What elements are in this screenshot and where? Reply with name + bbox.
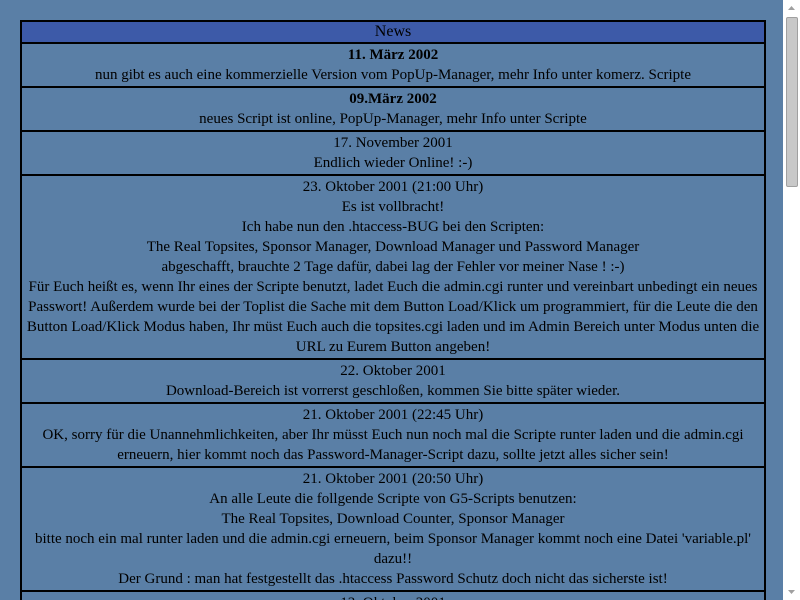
news-entry-row: 09.März 2002 neues Script ist online, Pop…	[20, 86, 766, 132]
news-text-line: Endlich wieder Online! :-)	[313, 155, 473, 171]
news-date: 17. November 2001	[333, 135, 453, 151]
news-entry: 11. März 2002 nun gibt es auch eine komme…	[20, 42, 766, 88]
news-text-line: Für Euch heißt es, wenn Ihr eines der Sc…	[26, 279, 760, 355]
news-header: News	[20, 20, 766, 44]
news-entry: 23. Oktober 2001 (21:00 Uhr) Es ist vollb…	[20, 174, 766, 360]
news-text-line: Download-Bereich ist vorrerst geschloßen…	[165, 383, 621, 399]
news-entry: 17. November 2001 Endlich wieder Online! …	[20, 130, 766, 176]
arrow-up-icon	[783, 0, 800, 17]
news-entry: 09.März 2002 neues Script ist online, Pop…	[20, 86, 766, 132]
news-date: 11. März 2002	[347, 47, 439, 63]
news-text-line: An alle Leute die follgende Scripte von …	[209, 491, 577, 507]
scrollbar-thumb[interactable]	[786, 17, 798, 187]
news-date: 22. Oktober 2001	[340, 363, 446, 379]
news-entry: 13. Oktober 2001	[20, 590, 766, 600]
news-entry: 21. Oktober 2001 (22:45 Uhr) OK, sorry fü…	[20, 402, 766, 468]
page-viewport: News 11. März 2002 nun gibt es auch eine …	[0, 0, 783, 600]
news-table: News 11. März 2002 nun gibt es auch eine …	[20, 20, 766, 600]
news-entry-row: 13. Oktober 2001	[20, 590, 766, 600]
news-entry: 21. Oktober 2001 (20:50 Uhr) An alle Leut…	[20, 466, 766, 592]
scroll-down-button[interactable]	[783, 583, 800, 600]
vertical-scrollbar[interactable]	[783, 0, 800, 600]
news-text-line: nun gibt es auch eine kommerzielle Versi…	[94, 67, 692, 83]
news-text-line: The Real Topsites, Sponsor Manager, Down…	[146, 239, 640, 255]
news-entry-row: 23. Oktober 2001 (21:00 Uhr) Es ist vollb…	[20, 174, 766, 360]
news-entry-row: 22. Oktober 2001 Download-Bereich ist vor…	[20, 358, 766, 404]
news-text-line: The Real Topsites, Download Counter, Spo…	[221, 511, 565, 527]
news-text-line: neues Script ist online, PopUp-Manager, …	[199, 111, 587, 127]
news-date: 21. Oktober 2001 (20:50 Uhr)	[302, 471, 484, 487]
news-text-line: abgeschafft, brauchte 2 Tage dafür, dabe…	[161, 259, 625, 275]
news-date: 09.März 2002	[349, 91, 437, 107]
arrow-down-icon	[783, 583, 800, 600]
news-text-line: Ich habe nun den .htaccess-BUG bei den S…	[241, 219, 545, 235]
news-entry: 22. Oktober 2001 Download-Bereich ist vor…	[20, 358, 766, 404]
news-text-line: OK, sorry für die Unannehmlichkeiten, ab…	[42, 427, 744, 463]
news-text-line: bitte noch ein mal runter laden und die …	[34, 531, 751, 567]
news-text-line: Es ist vollbracht!	[341, 199, 445, 215]
news-date: 13. Oktober 2001	[26, 593, 760, 600]
news-date: 23. Oktober 2001 (21:00 Uhr)	[302, 179, 484, 195]
news-date: 21. Oktober 2001 (22:45 Uhr)	[302, 407, 484, 423]
news-text-line: Der Grund : man hat festgestellt das .ht…	[118, 571, 668, 587]
news-entry-row: 11. März 2002 nun gibt es auch eine komme…	[20, 42, 766, 88]
news-entry-row: 21. Oktober 2001 (20:50 Uhr) An alle Leut…	[20, 466, 766, 592]
news-entry-row: 17. November 2001 Endlich wieder Online! …	[20, 130, 766, 176]
news-entry-row: 21. Oktober 2001 (22:45 Uhr) OK, sorry fü…	[20, 402, 766, 468]
news-header-row: News	[20, 20, 766, 44]
scroll-up-button[interactable]	[783, 0, 800, 17]
